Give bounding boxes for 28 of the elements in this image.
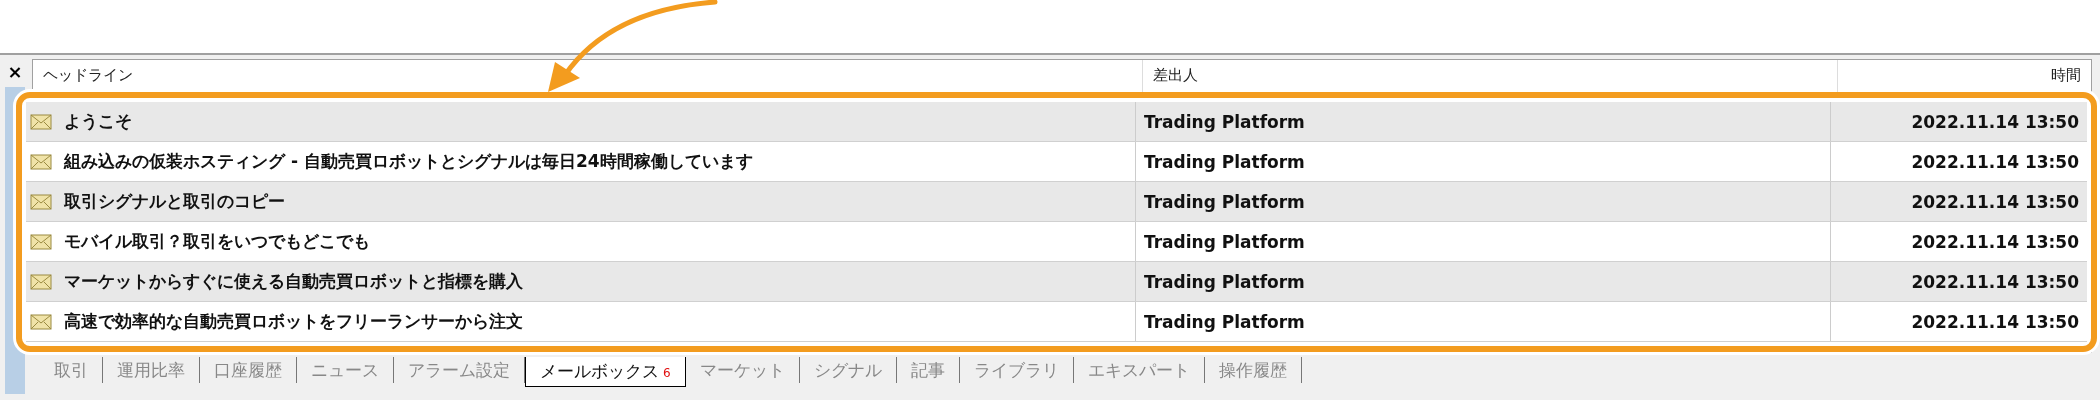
time-cell-text: 2022.11.14 13:50 <box>1910 310 2080 334</box>
envelope-icon <box>30 313 52 330</box>
unread-count: 6 <box>663 365 671 380</box>
column-header[interactable]: 時間 <box>1838 60 2091 92</box>
time-cell-text: 2022.11.14 13:50 <box>1910 230 2080 254</box>
message-headline[interactable]: 高速で効率的な自動売買ロボットをフリーランサーから注文 <box>64 310 523 333</box>
sender-cell: Trading Platform <box>1136 142 1831 181</box>
message-headline[interactable]: 組み込みの仮装ホスティング - 自動売買ロボットとシグナルは毎日24時間稼働しています <box>64 150 753 173</box>
sender-cell: Trading Platform <box>1136 102 1831 141</box>
time-cell-text: 2022.11.14 13:50 <box>1910 270 2080 294</box>
tab[interactable]: メールボックス 6 <box>525 357 686 387</box>
time-cell-text: 2022.11.14 13:50 <box>1910 150 2080 174</box>
envelope-icon <box>30 153 52 170</box>
sender-cell: Trading Platform <box>1136 222 1831 261</box>
message-headline[interactable]: マーケットからすぐに使える自動売買ロボットと指標を購入 <box>64 270 523 293</box>
time-cell-text: 2022.11.14 13:50 <box>1910 190 2080 214</box>
envelope-icon <box>30 113 52 130</box>
envelope-icon <box>30 273 52 290</box>
time-cell-text: 2022.11.14 13:50 <box>1910 110 2080 134</box>
sender-cell: Trading Platform <box>1136 182 1831 221</box>
message-headline[interactable]: 取引シグナルと取引のコピー <box>64 190 285 213</box>
envelope-icon <box>30 233 52 250</box>
envelope-icon <box>30 193 52 210</box>
close-button[interactable]: × <box>7 63 23 81</box>
sender-cell: Trading Platform <box>1136 302 1831 341</box>
message-headline[interactable]: ようこそ <box>64 110 132 133</box>
sender-cell: Trading Platform <box>1136 262 1831 301</box>
message-headline[interactable]: モバイル取引？取引をいつでもどこでも <box>64 230 370 253</box>
